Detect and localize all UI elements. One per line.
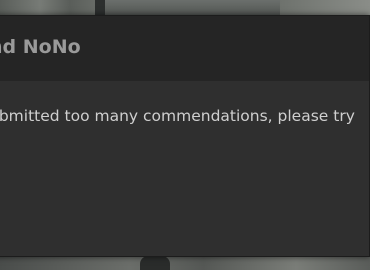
game-screen: nd NoNo ubmitted too many commendations,… [0,0,370,270]
dialog-body: ubmitted too many commendations, please … [0,81,369,256]
dialog-message: ubmitted too many commendations, please … [0,107,355,125]
dialog-title: nd NoNo [0,36,81,58]
dialog-header: nd NoNo [0,16,369,81]
commend-dialog: nd NoNo ubmitted too many commendations,… [0,15,370,257]
background-character [140,256,170,270]
